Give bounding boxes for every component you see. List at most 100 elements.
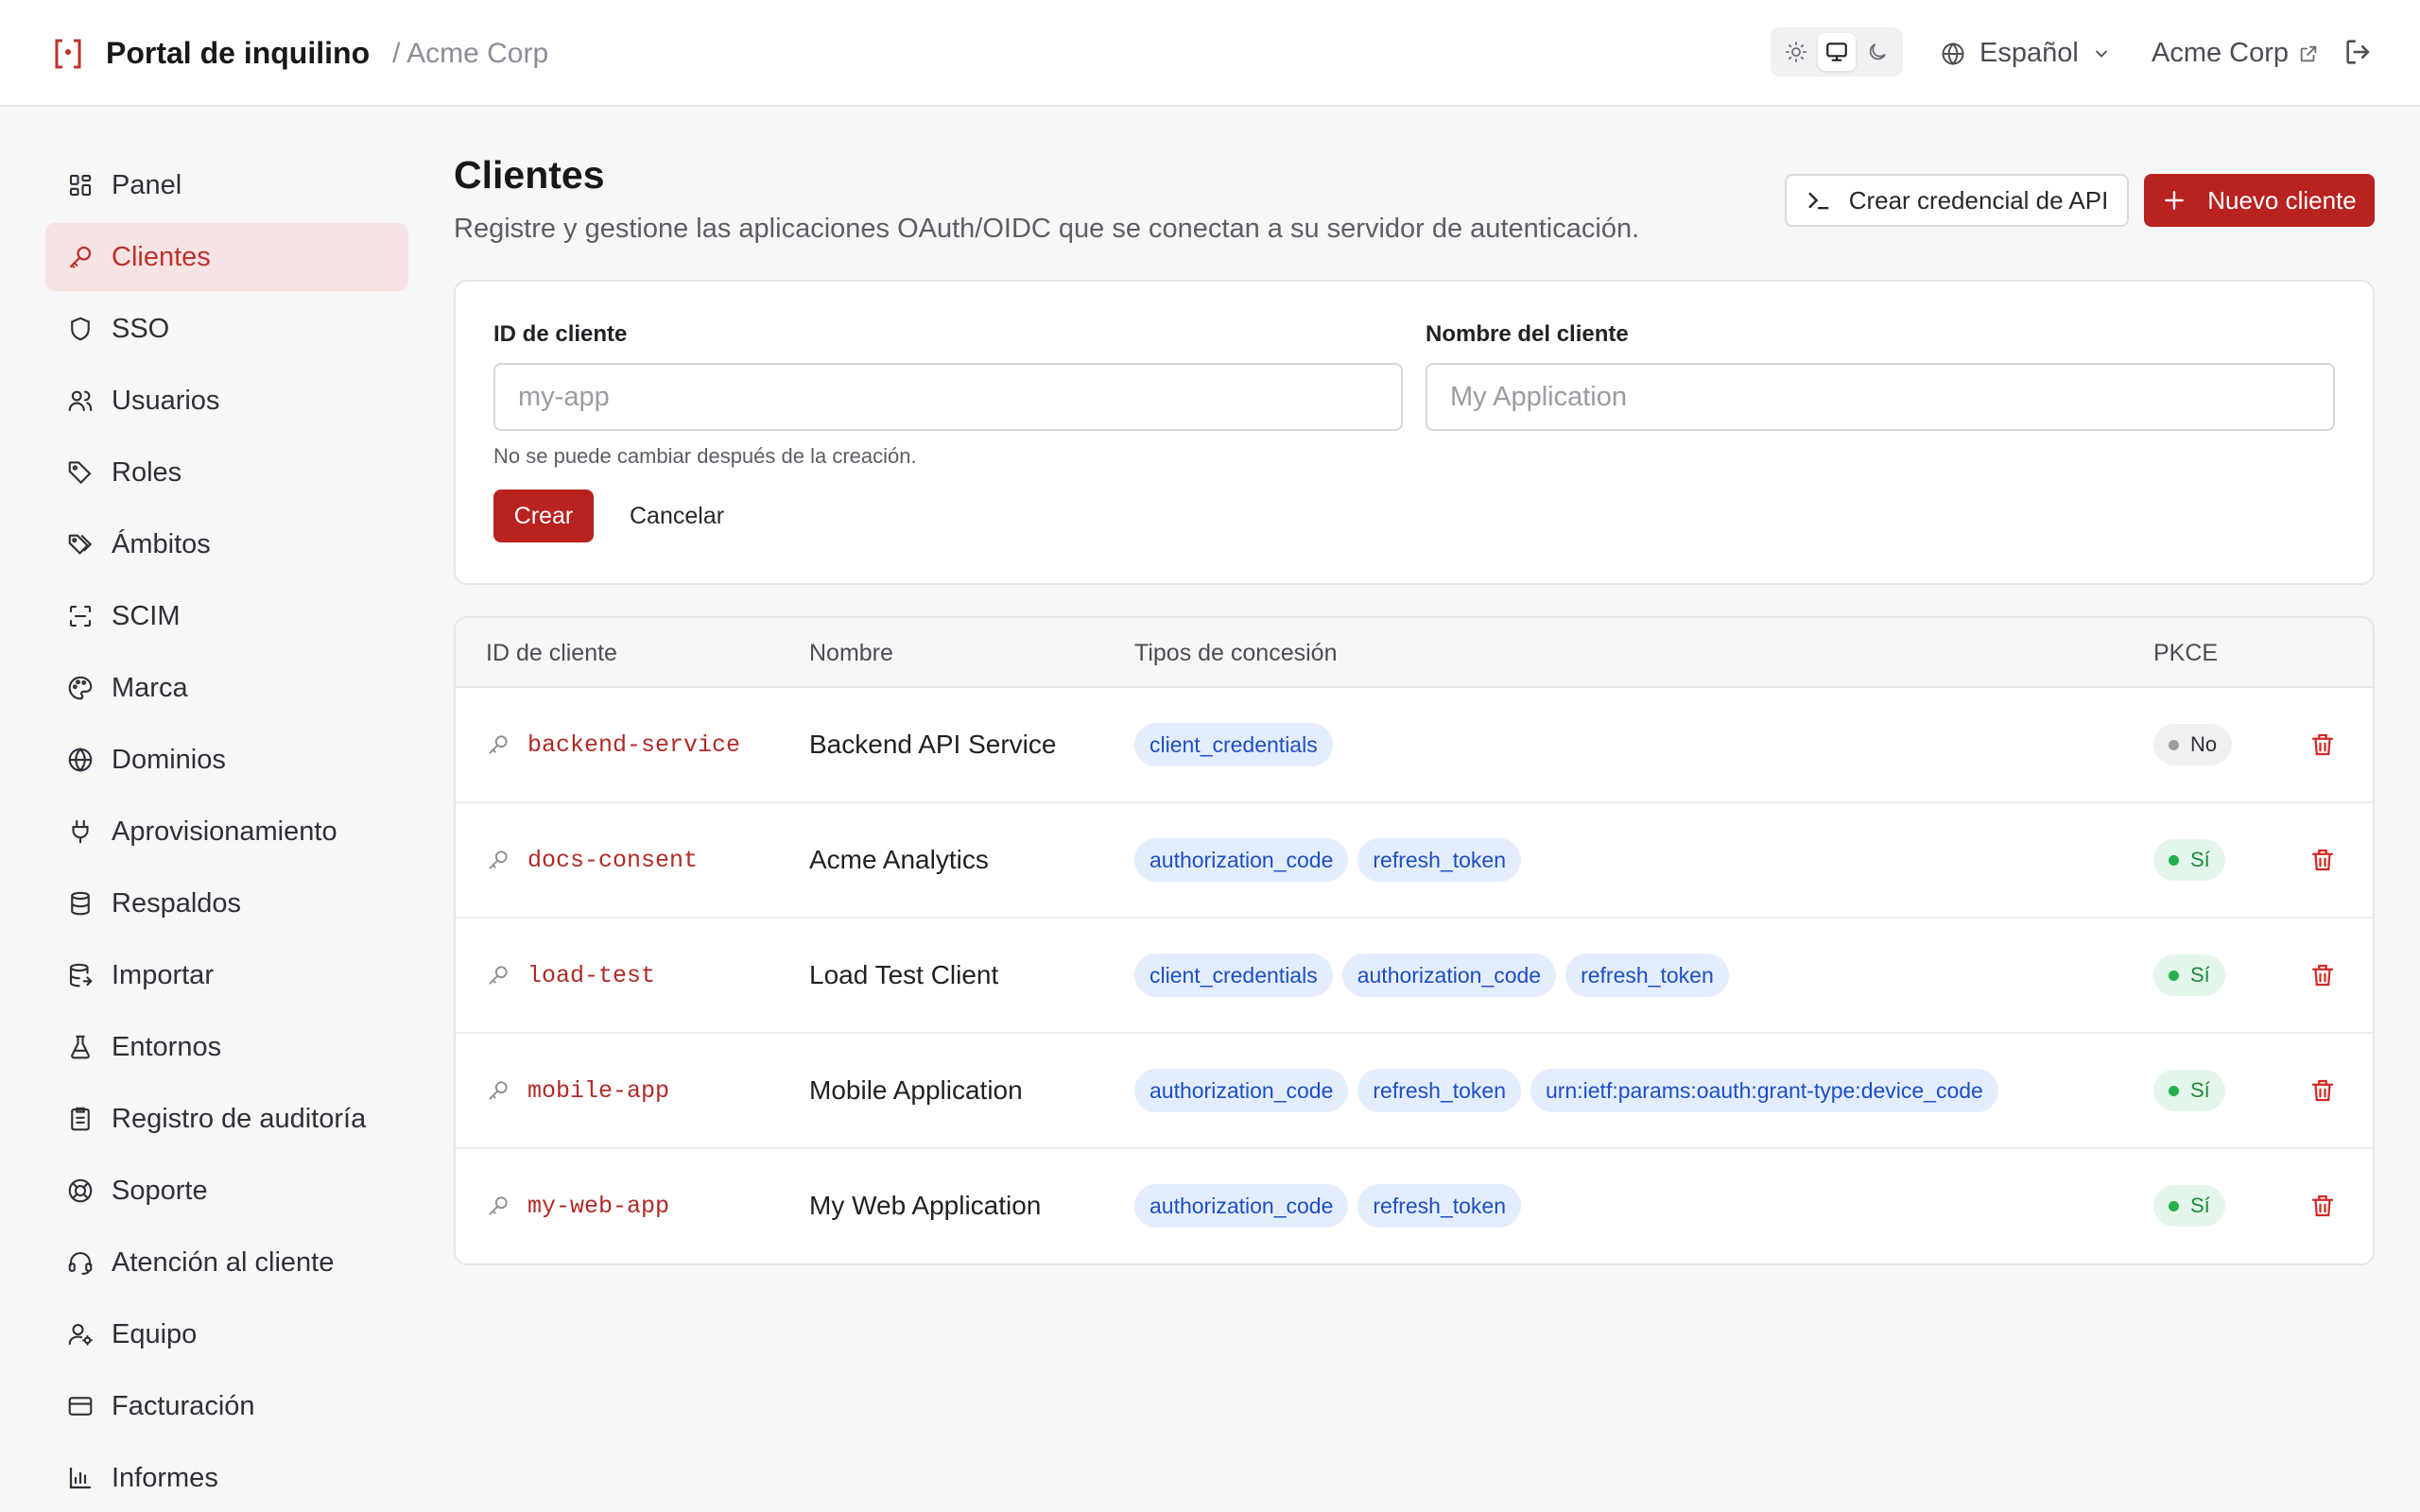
- client-id-text: load-test: [527, 961, 656, 989]
- sidebar-item-equipo[interactable]: Equipo: [45, 1300, 408, 1368]
- key-icon: [486, 732, 527, 757]
- sidebar-item-label: Importar: [112, 959, 214, 990]
- brand[interactable]: Portal de inquilino / Acme Corp: [49, 0, 548, 107]
- status-dot-icon: [2169, 970, 2179, 981]
- bar-chart-icon: [66, 1464, 112, 1492]
- grant-type-chip: refresh_token: [1357, 838, 1522, 882]
- grant-types-cell: client_credentials: [1134, 688, 1342, 801]
- pkce-status-text: Sí: [2190, 963, 2210, 987]
- table-row[interactable]: load-test Load Test Client client_creden…: [456, 919, 2373, 1034]
- client-name-input[interactable]: [1426, 363, 2335, 431]
- column-header-client-id[interactable]: ID de cliente: [486, 618, 617, 688]
- table-row[interactable]: mobile-app Mobile Application authorizat…: [456, 1034, 2373, 1149]
- sidebar-item-label: Facturación: [112, 1390, 255, 1421]
- sidebar-item-label: Dominios: [112, 744, 226, 775]
- chevron-down-icon: [2092, 44, 2124, 63]
- language-select[interactable]: Español: [1940, 0, 2124, 107]
- tenant-external-link[interactable]: Acme Corp: [2152, 0, 2319, 107]
- monitor-icon: [1824, 40, 1849, 64]
- sidebar-item-informes[interactable]: Informes: [45, 1444, 408, 1512]
- trash-icon: [2308, 961, 2337, 989]
- table-row[interactable]: docs-consent Acme Analytics authorizatio…: [456, 803, 2373, 919]
- delete-client-button[interactable]: [2308, 688, 2337, 801]
- new-client-label: Nuevo cliente: [2207, 185, 2357, 215]
- delete-client-button[interactable]: [2308, 1034, 2337, 1147]
- new-client-button[interactable]: Nuevo cliente: [2144, 174, 2375, 227]
- pkce-status-text: No: [2190, 732, 2218, 756]
- column-header-name[interactable]: Nombre: [809, 618, 893, 688]
- sidebar-item-sso[interactable]: SSO: [45, 295, 408, 363]
- pkce-cell: Sí: [2153, 1149, 2225, 1263]
- column-header-pkce[interactable]: PKCE: [2153, 618, 2218, 688]
- theme-system-button[interactable]: [1817, 33, 1856, 71]
- delete-client-button[interactable]: [2308, 803, 2337, 917]
- theme-light-button[interactable]: [1777, 33, 1815, 71]
- sidebar-item-registro-auditoria[interactable]: Registro de auditoría: [45, 1085, 408, 1153]
- client-id-label: ID de cliente: [493, 321, 628, 347]
- client-name-label: Nombre del cliente: [1426, 321, 1629, 347]
- key-icon: [486, 1078, 527, 1103]
- sidebar-item-label: SCIM: [112, 600, 181, 631]
- credit-card-icon: [66, 1392, 112, 1420]
- column-header-grant-types[interactable]: Tipos de concesión: [1134, 618, 1337, 688]
- brand-logo-icon: [49, 35, 87, 73]
- sidebar-item-atencion-cliente[interactable]: Atención al cliente: [45, 1228, 408, 1297]
- logout-icon: [2342, 36, 2375, 68]
- sidebar-item-label: Entornos: [112, 1031, 222, 1062]
- cancel-button[interactable]: Cancelar: [609, 490, 745, 542]
- pkce-cell: No: [2153, 688, 2233, 801]
- sidebar-item-clientes[interactable]: Clientes: [45, 223, 408, 291]
- sidebar-item-soporte[interactable]: Soporte: [45, 1157, 408, 1225]
- key-icon: [66, 243, 112, 271]
- pkce-status-badge: Sí: [2153, 1070, 2225, 1111]
- palette-icon: [66, 674, 112, 702]
- moon-icon: [1866, 41, 1889, 63]
- sidebar-item-ambitos[interactable]: Ámbitos: [45, 510, 408, 578]
- dashboard-icon: [66, 171, 112, 199]
- pkce-status-badge: Sí: [2153, 839, 2225, 881]
- client-id-input[interactable]: [493, 363, 1403, 431]
- sidebar-item-importar[interactable]: Importar: [45, 941, 408, 1009]
- sidebar-item-dominios[interactable]: Dominios: [45, 726, 408, 794]
- flask-icon: [66, 1033, 112, 1061]
- users-icon: [66, 387, 112, 415]
- client-name-cell: My Web Application: [809, 1191, 1042, 1220]
- table-row[interactable]: my-web-app My Web Application authorizat…: [456, 1149, 2373, 1263]
- grant-type-chip: refresh_token: [1357, 1069, 1522, 1112]
- client-id-text: backend-service: [527, 730, 741, 759]
- table-row[interactable]: backend-service Backend API Service clie…: [456, 688, 2373, 803]
- sidebar-item-usuarios[interactable]: Usuarios: [45, 367, 408, 435]
- delete-client-button[interactable]: [2308, 1149, 2337, 1263]
- trash-icon: [2308, 1076, 2337, 1105]
- tag-icon: [66, 458, 112, 487]
- client-id-text: mobile-app: [527, 1076, 670, 1105]
- page-title: Clientes: [454, 153, 605, 197]
- delete-client-button[interactable]: [2308, 919, 2337, 1032]
- client-name-cell: Acme Analytics: [809, 845, 989, 874]
- sidebar-item-facturacion[interactable]: Facturación: [45, 1372, 408, 1440]
- headset-icon: [66, 1248, 112, 1277]
- sidebar-item-marca[interactable]: Marca: [45, 654, 408, 722]
- client-id-cell: my-web-app: [486, 1149, 669, 1263]
- globe-icon: [1940, 41, 1979, 67]
- create-api-credential-button[interactable]: Crear credencial de API: [1785, 174, 2129, 227]
- sidebar-item-scim[interactable]: SCIM: [45, 582, 408, 650]
- terminal-icon: [1806, 187, 1849, 214]
- create-button[interactable]: Crear: [493, 490, 594, 542]
- sidebar-item-label: Clientes: [112, 241, 211, 272]
- scan-icon: [66, 602, 112, 630]
- logout-button[interactable]: [2342, 36, 2375, 68]
- sidebar-item-respaldos[interactable]: Respaldos: [45, 869, 408, 937]
- tags-icon: [66, 530, 112, 558]
- new-client-form: ID de cliente Nombre del cliente No se p…: [454, 280, 2375, 585]
- plug-icon: [66, 817, 112, 846]
- pkce-cell: Sí: [2153, 1034, 2225, 1147]
- grant-types-cell: authorization_code refresh_token urn:iet…: [1134, 1034, 2008, 1147]
- sidebar-item-aprovisionamiento[interactable]: Aprovisionamiento: [45, 798, 408, 866]
- create-api-credential-label: Crear credencial de API: [1848, 185, 2109, 215]
- grant-type-chip: client_credentials: [1134, 954, 1333, 997]
- sidebar-item-entornos[interactable]: Entornos: [45, 1013, 408, 1081]
- theme-dark-button[interactable]: [1858, 33, 1896, 71]
- sidebar-item-roles[interactable]: Roles: [45, 438, 408, 507]
- sidebar-item-panel[interactable]: Panel: [45, 151, 408, 219]
